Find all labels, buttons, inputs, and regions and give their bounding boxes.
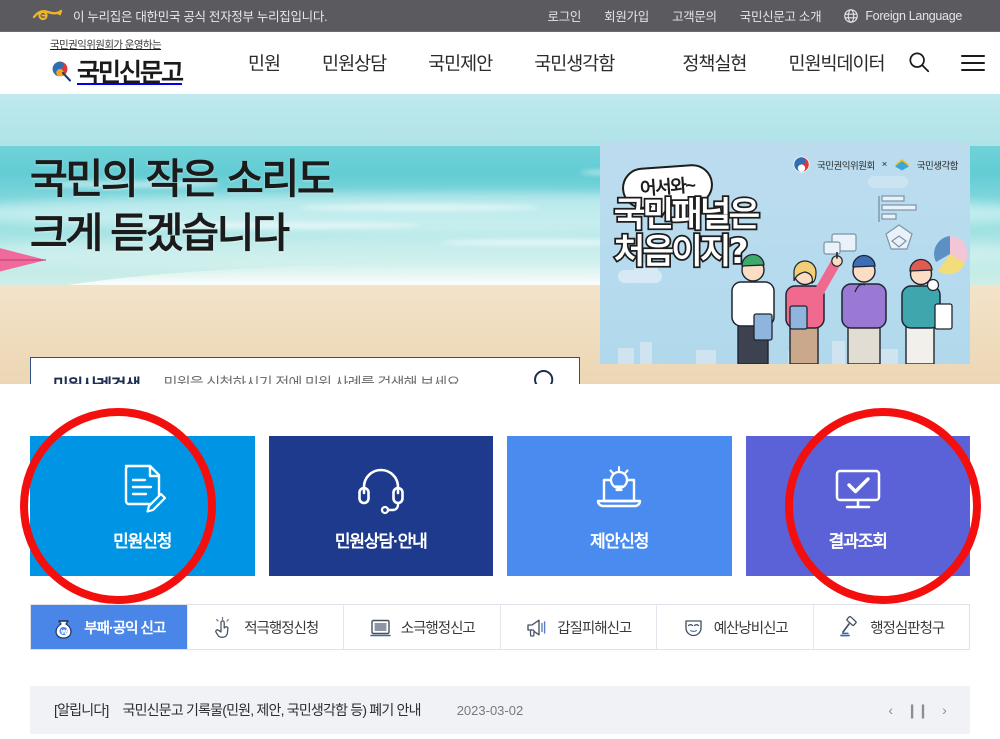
quick-tab-label: 적극행정신청 [244,620,319,637]
top-link-signup[interactable]: 회원가입 [604,6,649,25]
top-link-login[interactable]: 로그인 [548,6,582,25]
language-label: Foreign Language [865,8,962,23]
service-card-label: 민원신청 [113,531,172,551]
header-menu-button[interactable] [960,50,986,76]
quick-tab-passive-admin-report[interactable]: 소극행정신고 [344,605,501,649]
top-utility-links: 로그인 회원가입 고객문의 국민신문고 소개 Foreign Language [548,6,963,25]
megaphone-icon [525,616,548,639]
notice-prev-button[interactable]: ‹ [888,702,893,718]
search-icon [907,50,931,77]
thinkbox-logo-icon [894,158,910,171]
nav-item-citizen-thinkbox[interactable]: 국민생각함 [513,50,635,76]
quick-tab-label: 행정심판청구 [870,620,945,637]
egov-logo-icon [30,8,64,23]
gavel-icon [838,615,861,639]
quick-tab-corruption-report[interactable]: ₩ 부패·공익 신고 [31,605,188,649]
case-search-bar[interactable]: 민원사례검색 [30,357,580,384]
quick-tab-label: 부패·공익 신고 [84,620,166,637]
egov-notice: 이 누리집은 대한민국 공식 전자정부 누리집입니다. [30,6,328,25]
header-search-button[interactable] [906,50,932,76]
nav-item-minwon-consult[interactable]: 민원상담 [301,50,407,76]
quick-tab-administrative-appeal[interactable]: 행정심판청구 [814,605,970,649]
quick-tab-active-admin-request[interactable]: 적극행정신청 [188,605,344,649]
service-card-label: 결과조회 [828,531,888,551]
notice-title-link[interactable]: 국민신문고 기록물(민원, 제안, 국민생각함 등) 폐기 안내 [123,700,422,720]
banner-people-illustration-icon [714,251,970,364]
banner-headline-line1: 국민패널은 [612,195,762,235]
logo-wordmark: 국민신문고 [77,58,184,87]
banner-org-logos: 국민권익위원회 × 국민생각함 [793,156,959,173]
mask-icon [682,616,705,639]
case-search-label: 민원사례검색 [53,371,141,384]
site-header: 국민권익위원회가 운영하는 국민신문고 민원 민원상담 국민제안 국민생각함 정… [0,32,1000,94]
top-utility-bar: 이 누리집은 대한민국 공식 전자정부 누리집입니다. 로그인 회원가입 고객문… [0,0,1000,32]
search-icon [531,367,561,384]
notice-ticker: [알립니다] 국민신문고 기록물(민원, 제안, 국민생각함 등) 폐기 안내 … [30,686,970,734]
nav-item-minwon[interactable]: 민원 [227,50,301,76]
hero-headline-line1: 국민의 작은 소리도 [30,156,335,202]
banner-org-separator: × [881,159,888,170]
service-card-result-inquiry[interactable]: 결과조회 [745,436,970,576]
taeguk-flower-icon [50,60,72,82]
header-icon-group [906,50,1000,76]
global-navigation: 민원 민원상담 국민제안 국민생각함 정책실현 민원빅데이터 [227,50,906,76]
notice-tag: [알립니다] [54,702,109,718]
banner-org-secondary: 국민생각함 [916,160,959,172]
case-search-submit-button[interactable] [529,367,563,384]
headset-icon [354,461,408,515]
service-card-row: 민원신청 민원상담·안내 제안신청 결과조회 [20,408,981,604]
nav-item-citizen-proposal[interactable]: 국민제안 [407,50,513,76]
site-logo[interactable]: 국민권익위원회가 운영하는 국민신문고 [30,37,215,89]
service-card-consultation[interactable]: 민원상담·안내 [268,436,493,576]
quick-tab-budget-waste-report[interactable]: 예산낭비신고 [657,605,814,649]
hero-headline-line2: 크게 듣겠습니다 [30,210,290,257]
hero-headline: 국민의 작은 소리도 크게 듣겠습니다 [30,152,335,260]
service-card-label: 제안신청 [590,531,649,551]
egov-notice-text: 이 누리집은 대한민국 공식 전자정부 누리집입니다. [73,10,328,24]
top-link-customer-inquiry[interactable]: 고객문의 [672,6,717,25]
logo-superscript: 국민권익위원회가 운영하는 [50,39,162,51]
quick-tab-label: 소극행정신고 [400,620,476,637]
government-emblem-icon [793,156,810,173]
quick-tab-workplace-abuse-report[interactable]: 갑질피해신고 [501,605,657,649]
monitor-icon [369,616,392,639]
nav-item-minwon-bigdata[interactable]: 민원빅데이터 [767,50,905,76]
quick-tab-label: 갑질피해신고 [557,620,632,637]
globe-icon [844,8,859,23]
service-card-label: 민원상담·안내 [334,531,428,551]
nav-item-policy-realization[interactable]: 정책실현 [661,50,767,76]
top-link-about[interactable]: 국민신문고 소개 [740,6,822,25]
notice-pause-button[interactable]: ❙❙ [906,702,929,719]
hamburger-menu-icon [960,55,985,71]
notice-ticker-controls: ‹ ❙❙ › [888,702,946,719]
banner-org-primary: 국민권익위원회 [817,160,875,172]
quick-tab-label: 예산낭비신고 [713,620,789,637]
service-card-minwon-apply[interactable]: 민원신청 [30,436,255,576]
document-pen-icon [115,461,169,515]
quick-report-tabs: ₩ 부패·공익 신고 적극행정신청 소극행정신고 갑질피해신고 예산낭비신고 행… [30,604,970,650]
monitor-check-icon [831,461,885,515]
notice-next-button[interactable]: › [942,702,947,718]
language-selector[interactable]: Foreign Language [844,9,962,23]
service-card-proposal[interactable]: 제안신청 [507,436,732,576]
notice-date: 2023-03-02 [456,702,524,718]
hero-section: 국민의 작은 소리도 크게 듣겠습니다 국민권익위원회 × 국민생각함 어서와~… [0,94,1000,384]
hand-click-icon [212,616,235,639]
case-search-input[interactable] [139,375,529,384]
money-bag-icon: ₩ [52,616,75,639]
laptop-bulb-icon [592,461,646,515]
citizen-panel-banner[interactable]: 국민권익위원회 × 국민생각함 어서와~ 국민패널은 처음이지? [600,142,970,364]
